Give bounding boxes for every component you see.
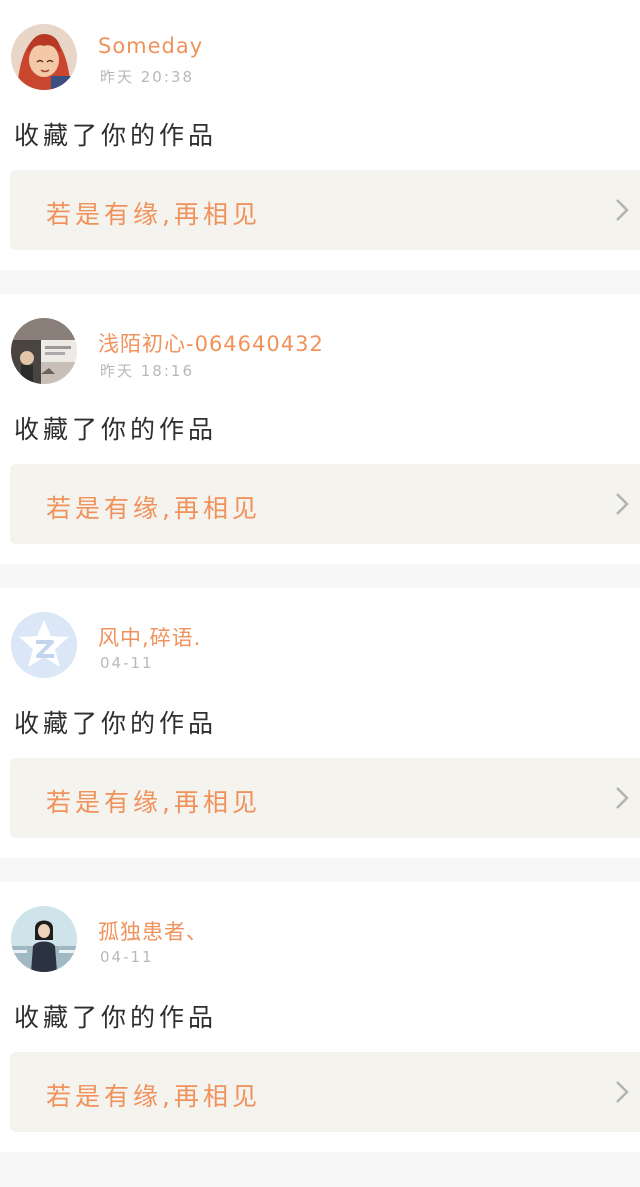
anime-red-hair-avatar-icon[interactable]: [11, 24, 77, 90]
action-text: 收藏了你的作品: [14, 1003, 218, 1032]
action-text: 收藏了你的作品: [14, 121, 218, 150]
username[interactable]: 孤独患者、: [98, 916, 208, 946]
chevron-right-icon: [614, 492, 630, 516]
action-text: 收藏了你的作品: [14, 709, 218, 738]
notification-card: 浅陌初心-064640432 昨天 18:16 收藏了你的作品 若是有缘,再相见: [0, 294, 640, 564]
username[interactable]: 浅陌初心-064640432: [98, 328, 324, 358]
timestamp: 04-11: [100, 654, 154, 672]
username[interactable]: Someday: [98, 34, 203, 58]
notification-card: Someday 昨天 20:38 收藏了你的作品 若是有缘,再相见: [0, 0, 640, 270]
work-title: 若是有缘,再相见: [46, 200, 261, 229]
chevron-right-icon: [614, 786, 630, 810]
work-link[interactable]: 若是有缘,再相见: [10, 464, 640, 544]
work-link[interactable]: 若是有缘,再相见: [10, 1052, 640, 1132]
girl-photo-avatar-icon[interactable]: [11, 906, 77, 972]
work-title: 若是有缘,再相见: [46, 494, 261, 523]
work-link[interactable]: 若是有缘,再相见: [10, 170, 640, 250]
timestamp: 昨天 20:38: [100, 68, 194, 86]
work-title: 若是有缘,再相见: [46, 1082, 261, 1111]
chevron-right-icon: [614, 1080, 630, 1104]
work-link[interactable]: 若是有缘,再相见: [10, 758, 640, 838]
notification-card: 风中,碎语. 04-11 收藏了你的作品 若是有缘,再相见: [0, 588, 640, 858]
timestamp: 昨天 18:16: [100, 362, 194, 380]
action-text: 收藏了你的作品: [14, 415, 218, 444]
qzone-default-avatar-icon[interactable]: [11, 612, 77, 678]
username[interactable]: 风中,碎语.: [98, 622, 201, 652]
work-title: 若是有缘,再相见: [46, 788, 261, 817]
photo-collage-avatar-icon[interactable]: [11, 318, 77, 384]
notification-card: 孤独患者、 04-11 收藏了你的作品 若是有缘,再相见: [0, 882, 640, 1152]
timestamp: 04-11: [100, 948, 154, 966]
chevron-right-icon: [614, 198, 630, 222]
